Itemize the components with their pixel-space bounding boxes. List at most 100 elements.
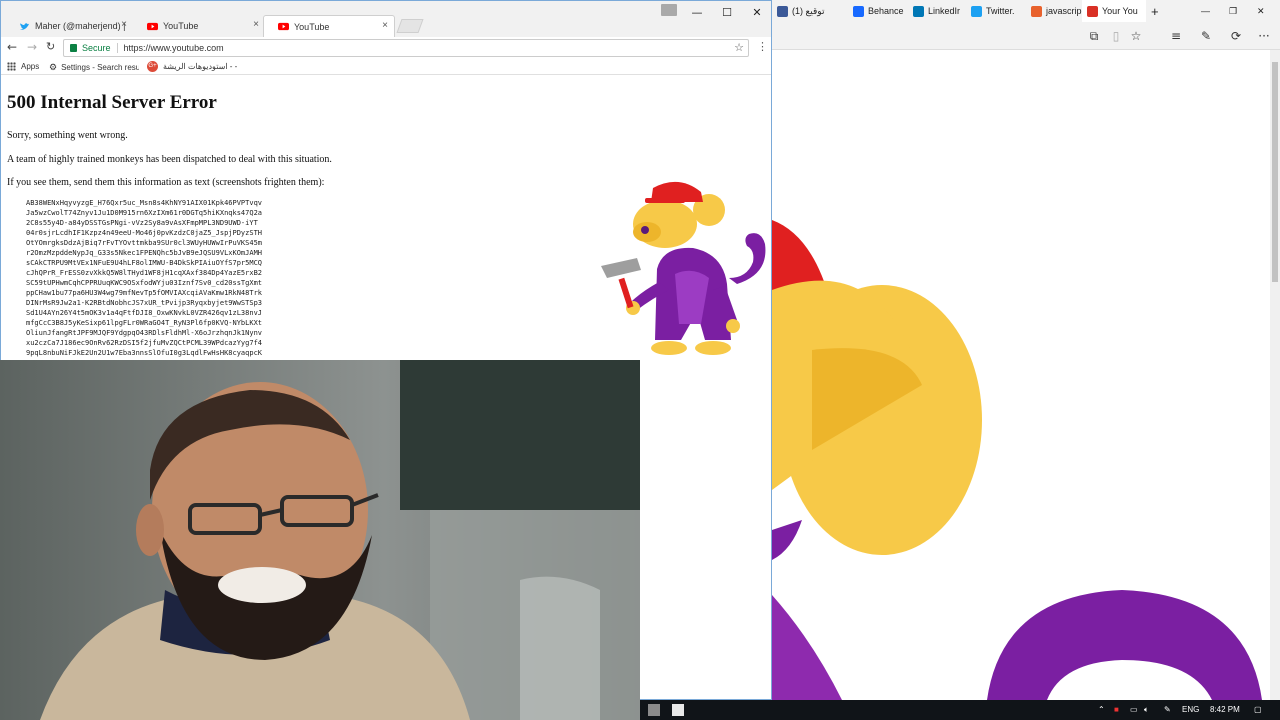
edge-tab-label: (1) توقيع xyxy=(792,5,825,16)
favorite-star-icon[interactable]: ☆ xyxy=(1128,28,1144,44)
gmail-icon xyxy=(1087,5,1098,17)
bookmarks-bar: Apps ⚙ Settings - Search resu G+ استوديو… xyxy=(1,59,771,75)
tab-close-icon[interactable]: × xyxy=(382,20,388,31)
secure-label: Secure xyxy=(82,43,111,53)
reading-view-icon[interactable]: ▯ xyxy=(1108,28,1124,44)
behance-icon xyxy=(853,5,864,17)
back-icon[interactable]: ← xyxy=(7,40,17,54)
bookmark-label: استوديوهات الريشة - - xyxy=(163,62,238,71)
edge-tab-label: Behance xyxy=(868,6,904,16)
error-code-line: cJhQPrR_FrESS0zvXkkQ5W8lTHyd1WF8jH1cqXAx… xyxy=(26,269,263,277)
tab-close-icon[interactable]: × xyxy=(121,19,127,30)
edge-tab[interactable]: LinkedIr xyxy=(908,0,966,22)
chrome-toolbar: ← → ↻ Secure https://www.youtube.com ☆ ⋮ xyxy=(1,37,771,59)
pen-icon[interactable]: ✎ xyxy=(1164,705,1171,714)
hub-icon[interactable]: ≡ xyxy=(1168,28,1184,44)
chrome-maximize-button[interactable]: ☐ xyxy=(715,5,739,21)
apps-grid-icon xyxy=(7,62,16,71)
chrome-tab-label: Maher (@maherjend) | T xyxy=(35,21,125,31)
network-icon[interactable]: ▭ xyxy=(1130,705,1138,714)
extensions-icon[interactable]: ⧉ xyxy=(1086,28,1102,44)
tab-close-icon[interactable]: × xyxy=(253,19,259,30)
error-code-line: 2C8s55y4D-a84yDSSTGsPNgi-vVz2Sy8a9vAsXFm… xyxy=(26,219,258,227)
edge-window: (1) توقيع Behance LinkedIr Twitter. java… xyxy=(772,0,1280,700)
edge-tab-label: Your You xyxy=(1102,6,1138,16)
chrome-minimize-button[interactable]: — xyxy=(685,5,709,21)
windows-taskbar: ⌃ ■ ▭ 🔈︎ ✎ ENG 8:42 PM ▢ xyxy=(640,700,1280,720)
edge-tab-label: Twitter. xyxy=(986,6,1015,16)
error-code-line: xu2czCa7J186ec9OnRv62RzDSI5f2jfuMvZQCtPC… xyxy=(26,339,263,347)
error-message-monkeys: A team of highly trained monkeys has bee… xyxy=(7,154,332,165)
youtube-icon xyxy=(278,22,289,31)
chrome-tab[interactable]: Maher (@maherjend) | T × xyxy=(5,15,133,37)
address-separator xyxy=(116,43,118,53)
action-center-icon[interactable]: ▢ xyxy=(1254,705,1262,714)
edge-tab[interactable]: Your You xyxy=(1082,0,1146,22)
google-plus-icon: G+ xyxy=(147,61,158,72)
monkey-illustration xyxy=(601,181,766,355)
error-code-block: AB38WENxHqyvyzgE_H76Qxr5uc_Msn8s4KhNY91A… xyxy=(26,198,262,358)
chrome-menu-icon[interactable]: ⋮ xyxy=(757,40,768,53)
taskbar-app-icon[interactable] xyxy=(648,704,660,716)
error-code-line: DINrMsR9Jw2a1-K2RBtdNobhcJS7xUR_tPvijp3R… xyxy=(26,299,263,307)
new-tab-button[interactable] xyxy=(396,19,424,33)
reload-icon[interactable]: ↻ xyxy=(46,40,55,53)
webcam-person-illustration xyxy=(0,360,640,720)
url-text: https://www.youtube.com xyxy=(123,43,224,53)
edge-toolbar: ⧉ ▯ ☆ ≡ ✎ ⟳ ··· xyxy=(772,22,1280,50)
web-note-icon[interactable]: ✎ xyxy=(1198,28,1214,44)
edge-tab-label: javascrip xyxy=(1046,6,1082,16)
share-icon[interactable]: ⟳ xyxy=(1228,28,1244,44)
javascript-icon xyxy=(1031,5,1042,17)
webcam-overlay xyxy=(0,360,640,720)
language-indicator[interactable]: ENG xyxy=(1182,705,1199,714)
error-code-line: sCAkCTRPU9MtVEx1NFuE9U4hLF8olIMWU-B4DkSk… xyxy=(26,259,263,267)
error-code-line: SC59tUPHwmCqhCPPRUuqKWC9OSxfodWYju03Iznf… xyxy=(26,279,263,287)
edge-close-button[interactable]: ✕ xyxy=(1252,0,1280,22)
page-title: 500 Internal Server Error xyxy=(7,92,217,113)
edge-tab[interactable]: javascrip xyxy=(1026,0,1082,22)
error-message-instructions: If you see them, send them this informat… xyxy=(7,177,325,188)
chrome-tab-label: YouTube xyxy=(294,21,330,32)
error-code-line: mfgCcC3B8J5yKeSixp61lpgFLr0WRaGO4T_RyN3P… xyxy=(26,319,263,327)
bookmark-star-icon[interactable]: ☆ xyxy=(734,41,744,54)
bookmark-apps[interactable]: Apps xyxy=(7,62,39,71)
edge-tab-label: LinkedIr xyxy=(928,6,961,16)
edge-new-tab-button[interactable]: + xyxy=(1146,0,1170,22)
error-code-line: Sd1U4AYn26Y4t5mOK3v1a4qFtfDJI8_OxwKNvkL0… xyxy=(26,309,263,317)
gear-icon: ⚙ xyxy=(49,62,58,72)
error-code-line: ppCHaw1bu77pa6HU3W4wg79mfNevTp5fOMVIAXcq… xyxy=(26,289,263,297)
bookmark-studio[interactable]: G+ استوديوهات الريشة - - xyxy=(147,61,237,72)
profile-avatar-icon[interactable] xyxy=(661,4,677,16)
error-code-line: r2OmzMzpddeNypJq_G33s5Nkec1FPENQhc5bJvB9… xyxy=(26,249,263,257)
chrome-tab[interactable]: YouTube × xyxy=(133,15,265,37)
clock[interactable]: 8:42 PM xyxy=(1210,705,1240,714)
edge-tab[interactable]: Twitter. xyxy=(966,0,1026,22)
edge-minimize-button[interactable]: — xyxy=(1196,0,1224,22)
edge-tab-strip: (1) توقيع Behance LinkedIr Twitter. java… xyxy=(772,0,1280,22)
tray-app-icon[interactable]: ■ xyxy=(1114,705,1119,714)
chrome-title-bar: Maher (@maherjend) | T × YouTube × YouTu… xyxy=(1,1,771,37)
facebook-icon xyxy=(777,5,788,17)
edge-restore-button[interactable]: ❐ xyxy=(1224,0,1252,22)
forward-icon[interactable]: → xyxy=(27,40,37,54)
taskbar-app-icon[interactable] xyxy=(672,704,684,716)
bookmark-label: Apps xyxy=(21,62,40,71)
chrome-close-button[interactable]: ✕ xyxy=(745,5,769,21)
chrome-tab-active[interactable]: YouTube × xyxy=(263,15,395,37)
youtube-icon xyxy=(147,22,158,30)
edge-tab[interactable]: (1) توقيع xyxy=(772,0,848,22)
edge-scrollbar-thumb[interactable] xyxy=(1272,62,1278,282)
twitter-icon xyxy=(971,5,982,17)
volume-icon[interactable]: 🔈︎ xyxy=(1144,705,1149,715)
address-bar[interactable]: Secure https://www.youtube.com ☆ xyxy=(63,39,749,57)
lock-icon xyxy=(70,44,77,52)
bookmark-label: Settings - Search resu xyxy=(61,63,140,72)
error-code-line: AB38WENxHqyvyzgE_H76Qxr5uc_Msn8s4KhNY91A… xyxy=(26,199,263,207)
youtube-decorative-artwork xyxy=(772,220,1262,700)
tray-chevron-icon[interactable]: ⌃ xyxy=(1098,705,1105,714)
more-icon[interactable]: ··· xyxy=(1256,28,1272,44)
edge-tab[interactable]: Behance xyxy=(848,0,908,22)
twitter-icon xyxy=(19,22,30,30)
bookmark-settings[interactable]: ⚙ Settings - Search resu xyxy=(49,62,139,73)
